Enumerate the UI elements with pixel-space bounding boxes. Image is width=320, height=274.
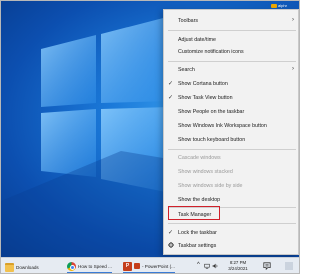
menu-item-label: Show Windows Ink Workspace button [178,123,267,129]
volume-icon[interactable] [212,263,218,269]
chevron-right-icon: › [292,17,294,23]
menu-item-search[interactable]: Search › [164,65,299,75]
screenshot-frame: alphr Toolbars › Adjust date/time Custom… [0,0,300,274]
menu-item-taskbar-settings[interactable]: Taskbar settings [164,241,299,251]
show-desktop-corner[interactable] [285,262,293,270]
watermark: alphr [271,3,287,8]
taskbar-item-downloads[interactable]: Downloads [5,260,39,273]
chevron-right-icon: › [292,66,294,72]
menu-item-label: Toolbars [178,18,199,24]
checkmark-icon: ✓ [168,81,174,87]
menu-separator [168,30,296,31]
menu-item-label: Show windows stacked [178,169,233,175]
taskbar-item-label: Downloads [16,264,39,270]
menu-item-label: Show windows side by side [178,183,243,189]
clock-date: 3/24/2021 [228,266,248,271]
powerpoint-small-icon [134,263,140,269]
menu-item-label: Show touch keyboard button [178,137,246,143]
menu-item-label: Show the desktop [178,197,221,203]
menu-item-adjust-date-time[interactable]: Adjust date/time [164,35,299,45]
taskbar-item-label: How to Speed ... [78,263,112,269]
menu-item-label: Show Task View button [178,95,233,101]
menu-item-label: Customize notification icons [178,49,244,55]
menu-item-label: Show Cortana button [178,81,228,87]
task-manager-highlight-box [168,206,220,220]
menu-item-show-touch-keyboard[interactable]: Show touch keyboard button [164,135,299,145]
checkmark-icon: ✓ [168,230,174,236]
menu-item-label: Cascade windows [178,155,221,161]
network-icon[interactable] [204,263,210,269]
menu-item-show-people[interactable]: Show People on the taskbar [164,107,299,117]
menu-item-show-windows-side-by-side: Show windows side by side [164,181,299,191]
menu-item-label: Adjust date/time [178,37,216,43]
watermark-badge-icon [271,3,277,8]
folder-icon [5,262,14,272]
menu-item-show-windows-stacked: Show windows stacked [164,167,299,177]
taskbar-item-powerpoint[interactable]: P - PowerPoint (... [123,260,175,273]
menu-item-label: Search [178,67,195,73]
notification-center-icon[interactable] [263,262,271,270]
menu-item-customize-notification-icons[interactable]: Customize notification icons [164,47,299,57]
menu-item-show-cortana-button[interactable]: ✓ Show Cortana button [164,79,299,89]
menu-item-label: Show People on the taskbar [178,109,245,115]
watermark-text: alphr [278,3,287,8]
menu-item-label: Lock the taskbar [178,230,217,236]
menu-item-cascade-windows: Cascade windows [164,153,299,163]
menu-separator [168,61,296,62]
taskbar: Downloads How to Speed ... P - PowerPoin… [1,257,299,273]
menu-item-lock-the-taskbar[interactable]: ✓ Lock the taskbar [164,228,299,238]
gear-icon [168,242,174,250]
menu-separator [168,223,296,224]
menu-item-label: Taskbar settings [178,243,217,249]
taskbar-item-chrome[interactable]: How to Speed ... [67,260,112,273]
chrome-icon [67,261,76,271]
taskbar-clock[interactable]: 8:27 PM 3/24/2021 [223,260,253,272]
menu-separator [168,149,296,150]
menu-item-show-windows-ink[interactable]: Show Windows Ink Workspace button [164,121,299,131]
menu-item-toolbars[interactable]: Toolbars › [164,16,299,26]
powerpoint-icon: P [123,261,132,271]
menu-item-show-the-desktop[interactable]: Show the desktop [164,195,299,205]
taskbar-item-label: - PowerPoint (... [142,263,175,269]
checkmark-icon: ✓ [168,95,174,101]
menu-item-show-task-view-button[interactable]: ✓ Show Task View button [164,93,299,103]
chevron-up-icon[interactable]: ^ [197,262,200,268]
